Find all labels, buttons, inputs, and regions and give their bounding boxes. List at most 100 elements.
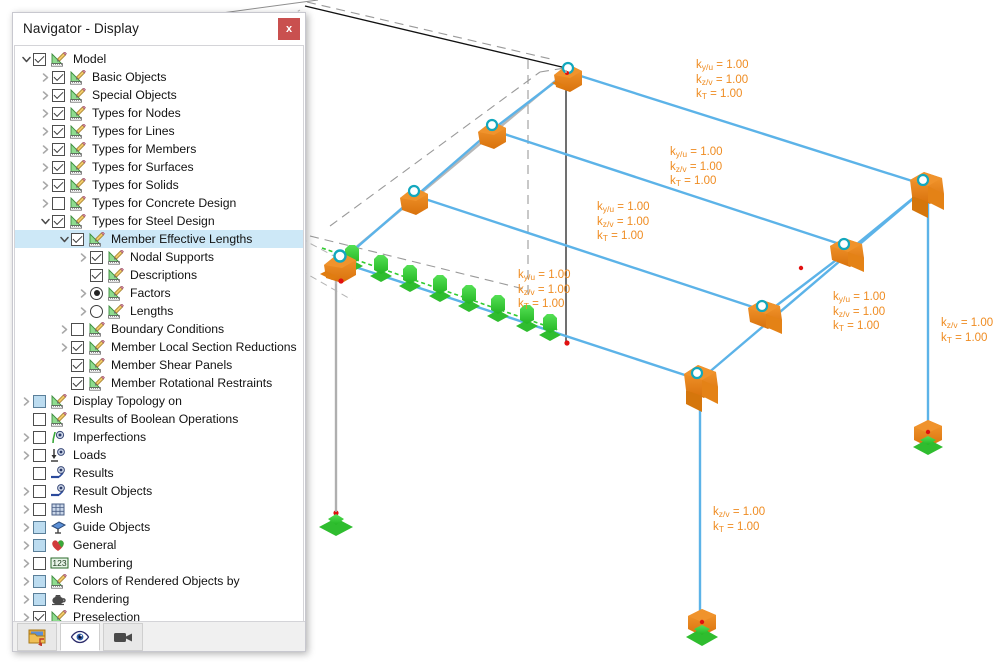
tree-item-checkbox[interactable] bbox=[33, 611, 46, 622]
tree-item-results-of-boolean-operations[interactable]: Results of Boolean Operations bbox=[15, 410, 303, 428]
tree-item-factors[interactable]: Factors bbox=[15, 284, 303, 302]
chevron-right-icon[interactable] bbox=[19, 428, 33, 446]
chevron-right-icon[interactable] bbox=[38, 140, 52, 158]
tree-item-checkbox[interactable] bbox=[52, 89, 65, 102]
tree-item-basic-objects[interactable]: Basic Objects bbox=[15, 68, 303, 86]
chevron-right-icon[interactable] bbox=[57, 338, 71, 356]
tree-item-boundary-conditions[interactable]: Boundary Conditions bbox=[15, 320, 303, 338]
chevron-right-icon[interactable] bbox=[38, 194, 52, 212]
chevron-right-icon[interactable] bbox=[38, 158, 52, 176]
tree-item-checkbox[interactable] bbox=[33, 521, 46, 534]
tree-item-checkbox[interactable] bbox=[52, 215, 65, 228]
tree-item-checkbox[interactable] bbox=[33, 593, 46, 606]
tree-item-descriptions[interactable]: Descriptions bbox=[15, 266, 303, 284]
tree-item-result-objects[interactable]: Result Objects bbox=[15, 482, 303, 500]
chevron-right-icon[interactable] bbox=[38, 122, 52, 140]
chevron-right-icon[interactable] bbox=[38, 104, 52, 122]
chevron-down-icon[interactable] bbox=[19, 50, 33, 68]
tree-item-imperfections[interactable]: Imperfections bbox=[15, 428, 303, 446]
chevron-right-icon[interactable] bbox=[19, 518, 33, 536]
navigator-display-panel[interactable]: Navigator - Display x ModelBasic Objects… bbox=[12, 12, 306, 652]
display-navigator-tab[interactable] bbox=[60, 623, 100, 651]
results-icon bbox=[50, 484, 67, 499]
chevron-right-icon[interactable] bbox=[19, 608, 33, 621]
tree-item-checkbox[interactable] bbox=[33, 557, 46, 570]
views-navigator-tab[interactable] bbox=[103, 623, 143, 651]
tree-item-special-objects[interactable]: Special Objects bbox=[15, 86, 303, 104]
chevron-right-icon[interactable] bbox=[19, 500, 33, 518]
tree-item-checkbox[interactable] bbox=[33, 575, 46, 588]
tree-item-results[interactable]: Results bbox=[15, 464, 303, 482]
tree-item-checkbox[interactable] bbox=[33, 467, 46, 480]
close-icon[interactable]: x bbox=[278, 18, 300, 40]
chevron-right-icon[interactable] bbox=[19, 590, 33, 608]
tree-item-checkbox[interactable] bbox=[33, 431, 46, 444]
chevron-down-icon[interactable] bbox=[38, 212, 52, 230]
tree-item-rendering[interactable]: Rendering bbox=[15, 590, 303, 608]
tree-item-checkbox[interactable] bbox=[52, 143, 65, 156]
tree-item-checkbox[interactable] bbox=[33, 53, 46, 66]
tree-item-member-effective-lengths[interactable]: Member Effective Lengths bbox=[15, 230, 303, 248]
tree-item-checkbox[interactable] bbox=[33, 503, 46, 516]
tree-item-checkbox[interactable] bbox=[52, 179, 65, 192]
tree-item-nodal-supports[interactable]: Nodal Supports bbox=[15, 248, 303, 266]
tree-item-member-rotational-restraints[interactable]: Member Rotational Restraints bbox=[15, 374, 303, 392]
chevron-right-icon[interactable] bbox=[19, 392, 33, 410]
chevron-right-icon[interactable] bbox=[76, 284, 90, 302]
tree-item-numbering[interactable]: 123Numbering bbox=[15, 554, 303, 572]
tree-item-guide-objects[interactable]: Guide Objects bbox=[15, 518, 303, 536]
tree-item-member-local-section-reductions[interactable]: Member Local Section Reductions bbox=[15, 338, 303, 356]
tree-item-types-for-surfaces[interactable]: Types for Surfaces bbox=[15, 158, 303, 176]
tree-item-lengths[interactable]: Lengths bbox=[15, 302, 303, 320]
tree-item-colors-of-rendered-objects-by[interactable]: Colors of Rendered Objects by bbox=[15, 572, 303, 590]
tree-item-types-for-solids[interactable]: Types for Solids bbox=[15, 176, 303, 194]
tree-item-checkbox[interactable] bbox=[33, 449, 46, 462]
tree-item-checkbox[interactable] bbox=[33, 413, 46, 426]
chevron-right-icon[interactable] bbox=[38, 86, 52, 104]
navigator-tab-strip[interactable] bbox=[13, 621, 305, 651]
tree-item-loads[interactable]: Loads bbox=[15, 446, 303, 464]
tree-item-checkbox[interactable] bbox=[71, 233, 84, 246]
tree-item-types-for-lines[interactable]: Types for Lines bbox=[15, 122, 303, 140]
project-navigator-tab[interactable] bbox=[17, 623, 57, 651]
tree-item-checkbox[interactable] bbox=[33, 395, 46, 408]
chevron-right-icon[interactable] bbox=[38, 176, 52, 194]
tree-item-checkbox[interactable] bbox=[71, 359, 84, 372]
chevron-right-icon[interactable] bbox=[19, 482, 33, 500]
tree-item-checkbox[interactable] bbox=[52, 161, 65, 174]
chevron-right-icon[interactable] bbox=[76, 248, 90, 266]
tree-item-types-for-concrete-design[interactable]: Types for Concrete Design bbox=[15, 194, 303, 212]
tree-item-checkbox[interactable] bbox=[52, 107, 65, 120]
tree-item-checkbox[interactable] bbox=[71, 377, 84, 390]
tree-item-member-shear-panels[interactable]: Member Shear Panels bbox=[15, 356, 303, 374]
tree-item-checkbox[interactable] bbox=[52, 71, 65, 84]
tree-item-checkbox[interactable] bbox=[90, 269, 103, 282]
chevron-right-icon[interactable] bbox=[19, 446, 33, 464]
tree-item-types-for-steel-design[interactable]: Types for Steel Design bbox=[15, 212, 303, 230]
chevron-right-icon[interactable] bbox=[19, 554, 33, 572]
tree-item-checkbox[interactable] bbox=[52, 197, 65, 210]
chevron-right-icon[interactable] bbox=[38, 68, 52, 86]
chevron-right-icon[interactable] bbox=[57, 320, 71, 338]
tree-item-display-topology-on[interactable]: Display Topology on bbox=[15, 392, 303, 410]
tree-item-types-for-nodes[interactable]: Types for Nodes bbox=[15, 104, 303, 122]
tree-item-preselection[interactable]: Preselection bbox=[15, 608, 303, 621]
tree-item-checkbox[interactable] bbox=[71, 323, 84, 336]
tree-item-checkbox[interactable] bbox=[33, 539, 46, 552]
chevron-right-icon[interactable] bbox=[19, 572, 33, 590]
chevron-right-icon[interactable] bbox=[76, 302, 90, 320]
tree-item-radio[interactable] bbox=[90, 305, 103, 318]
navigator-tree-scroll[interactable]: ModelBasic ObjectsSpecial ObjectsTypes f… bbox=[14, 45, 304, 621]
tree-item-checkbox[interactable] bbox=[71, 341, 84, 354]
tree-item-mesh[interactable]: Mesh bbox=[15, 500, 303, 518]
tree-item-model[interactable]: Model bbox=[15, 50, 303, 68]
tree-item-checkbox[interactable] bbox=[52, 125, 65, 138]
tree-item-types-for-members[interactable]: Types for Members bbox=[15, 140, 303, 158]
chevron-down-icon[interactable] bbox=[57, 230, 71, 248]
tree-item-checkbox[interactable] bbox=[33, 485, 46, 498]
navigator-tree[interactable]: ModelBasic ObjectsSpecial ObjectsTypes f… bbox=[15, 46, 303, 621]
tree-item-checkbox[interactable] bbox=[90, 251, 103, 264]
tree-item-general[interactable]: General bbox=[15, 536, 303, 554]
chevron-right-icon[interactable] bbox=[19, 536, 33, 554]
tree-item-radio[interactable] bbox=[90, 287, 103, 300]
